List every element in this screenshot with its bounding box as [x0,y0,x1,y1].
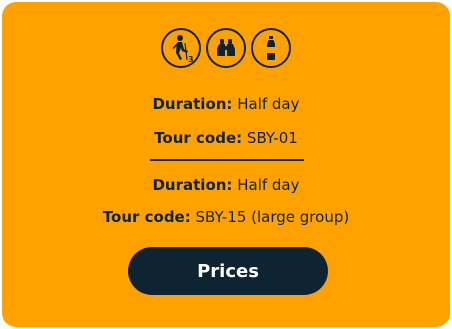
duration-value: Half day [237,176,300,194]
hiking-difficulty-icon: 3 [161,28,201,68]
tour-code-label: Tour code: [102,208,191,226]
divider [150,159,304,161]
duration-label: Duration: [152,95,233,113]
prices-button[interactable]: Prices [128,247,328,295]
tour-code-label: Tour code: [154,129,243,147]
difficulty-level: 3 [188,55,194,64]
tour-2-duration: Duration: Half day [2,176,450,194]
tour-code-value: SBY-15 (large group) [195,208,350,226]
water-bottle-icon [251,28,291,68]
duration-label: Duration: [152,176,233,194]
tour-feature-icons: 3 [2,28,450,68]
tour-1-code: Tour code: SBY-01 [2,129,450,147]
tour-1-duration: Duration: Half day [2,95,450,113]
tour-code-value: SBY-01 [246,129,298,147]
tour-2-code: Tour code: SBY-15 (large group) [2,208,450,226]
duration-value: Half day [237,95,300,113]
binoculars-icon [206,28,246,68]
tour-info-card: 3 Duration: Half day Tour code: SBY-01 D… [2,2,450,327]
